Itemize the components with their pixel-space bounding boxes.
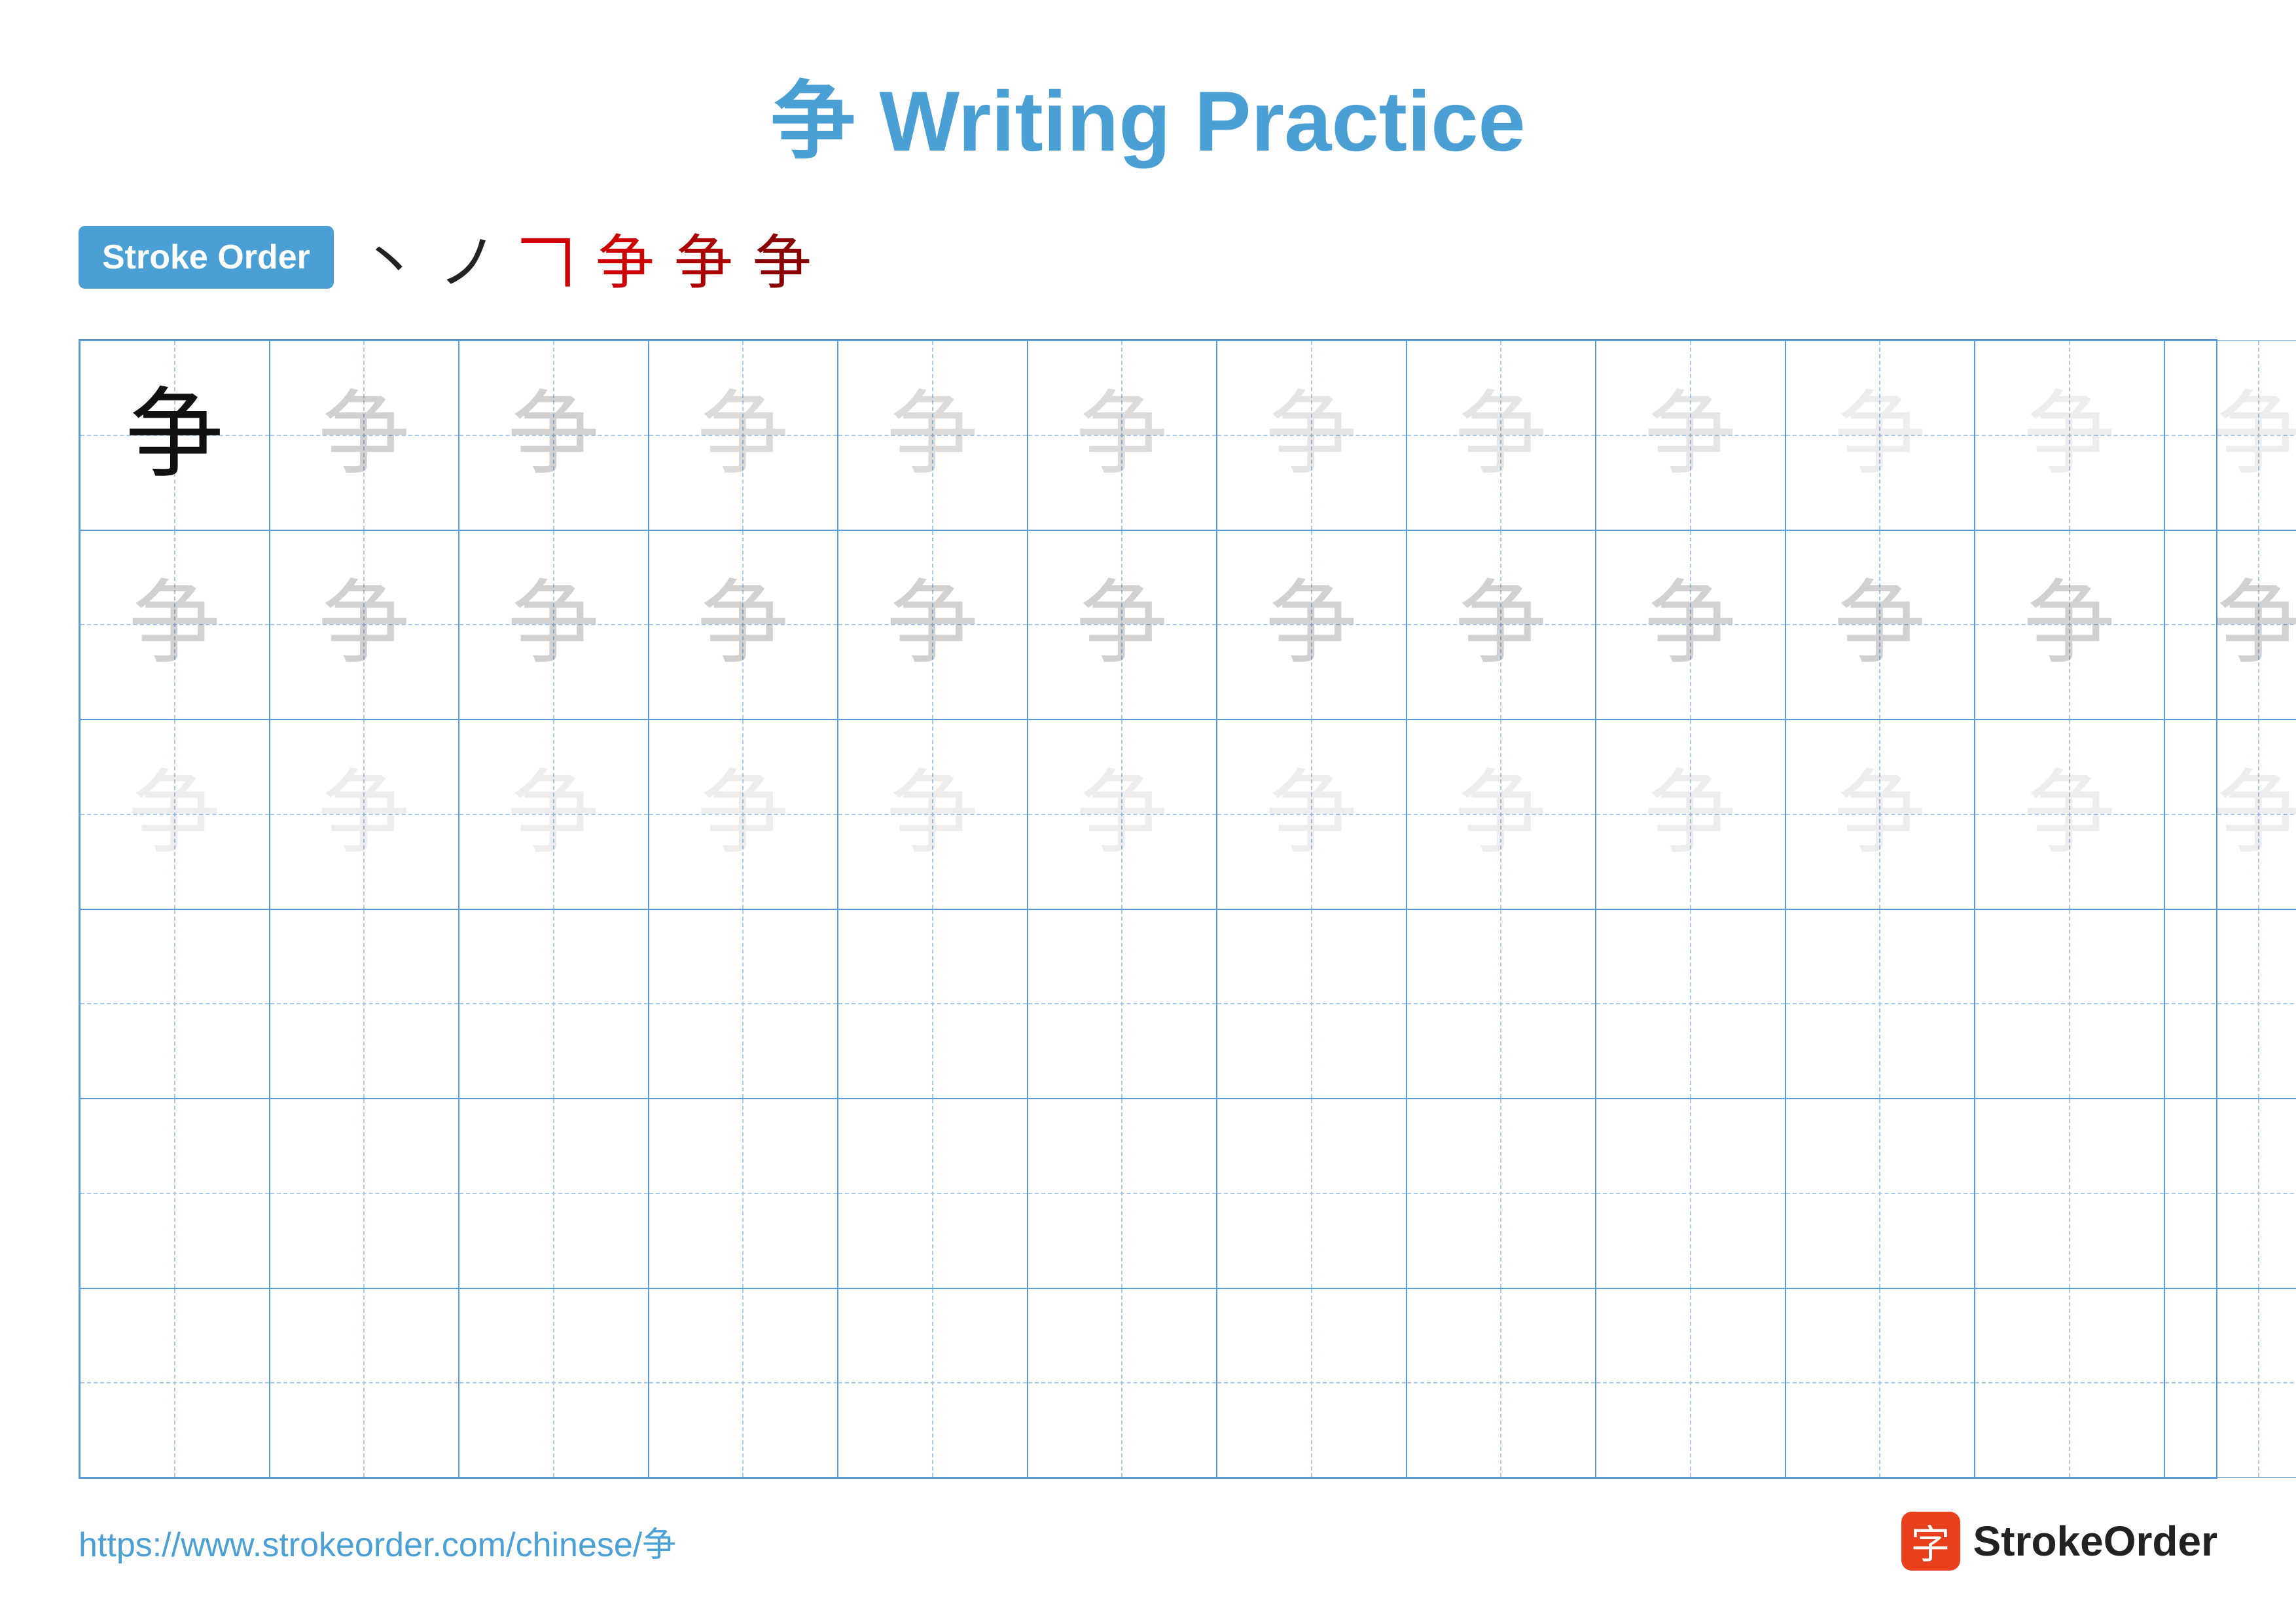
grid-cell[interactable]: 争 [270, 720, 459, 909]
title-area: 争 Writing Practice [79, 52, 2217, 175]
footer-logo-icon: 字 [1901, 1512, 1960, 1571]
footer-logo: 字 StrokeOrder [1901, 1512, 2217, 1571]
grid-cell[interactable]: 争 [1028, 340, 1217, 530]
grid-cell[interactable]: 争 [1028, 720, 1217, 909]
grid-cell[interactable] [649, 1288, 838, 1478]
stroke-3: 𠃍 [517, 215, 576, 300]
grid-cell[interactable]: 争 [649, 530, 838, 720]
grid-cell[interactable] [2164, 909, 2296, 1099]
grid-cell[interactable] [80, 1288, 270, 1478]
grid-cell[interactable]: 争 [1785, 340, 1975, 530]
grid-cell[interactable]: 争 [1596, 530, 1785, 720]
grid-cell[interactable] [1975, 1099, 2164, 1288]
grid-cell[interactable]: 争 [1785, 530, 1975, 720]
grid-cell[interactable]: 争 [1407, 720, 1596, 909]
grid-cell[interactable]: 争 [1217, 340, 1407, 530]
grid-cell[interactable]: 争 [1975, 340, 2164, 530]
stroke-6: 争 [753, 215, 812, 300]
stroke-order-area: Stroke Order 丶 ノ 𠃍 争 争 争 [79, 215, 2217, 300]
grid-cell[interactable]: 争 [2164, 530, 2296, 720]
grid-cell[interactable] [270, 909, 459, 1099]
grid-cell[interactable] [1975, 1288, 2164, 1478]
grid-cell[interactable]: 争 [1975, 530, 2164, 720]
grid-cell[interactable] [649, 1099, 838, 1288]
grid-cell[interactable] [1028, 909, 1217, 1099]
grid-cell[interactable] [1407, 1099, 1596, 1288]
grid-cell[interactable]: 争 [270, 530, 459, 720]
footer: https://www.strokeorder.com/chinese/争 字 … [79, 1512, 2217, 1571]
grid-cell[interactable] [1785, 1099, 1975, 1288]
stroke-4: 争 [596, 215, 655, 300]
grid-cell[interactable] [1028, 1288, 1217, 1478]
grid-cell[interactable]: 争 [80, 720, 270, 909]
grid-cell[interactable]: 争 [1217, 530, 1407, 720]
grid-cell[interactable] [1785, 1288, 1975, 1478]
stroke-1: 丶 [360, 215, 419, 300]
grid-cell[interactable] [1028, 1099, 1217, 1288]
grid-cell[interactable] [649, 909, 838, 1099]
grid-cell[interactable]: 争 [1785, 720, 1975, 909]
grid-cell[interactable] [459, 1288, 649, 1478]
grid-cell[interactable] [1596, 1288, 1785, 1478]
grid-cell[interactable] [1217, 1288, 1407, 1478]
grid-cell[interactable]: 争 [649, 340, 838, 530]
page-container: 争 Writing Practice Stroke Order 丶 ノ 𠃍 争 … [0, 0, 2296, 1623]
grid-cell[interactable] [1596, 1099, 1785, 1288]
grid-cell[interactable] [459, 909, 649, 1099]
grid-cell[interactable] [1407, 1288, 1596, 1478]
grid-cell[interactable]: 争 [459, 720, 649, 909]
grid-cell[interactable] [270, 1288, 459, 1478]
grid-cell[interactable]: 争 [838, 720, 1028, 909]
grid-cell[interactable] [270, 1099, 459, 1288]
grid-cell[interactable] [838, 909, 1028, 1099]
grid-cell[interactable]: 争 [1975, 720, 2164, 909]
footer-logo-text: StrokeOrder [1973, 1517, 2217, 1565]
stroke-order-badge: Stroke Order [79, 226, 334, 289]
grid-cell[interactable]: 争 [838, 530, 1028, 720]
grid-cell[interactable] [80, 909, 270, 1099]
grid-cell[interactable]: 争 [649, 720, 838, 909]
stroke-2: ノ [439, 215, 497, 300]
stroke-5: 争 [674, 215, 733, 300]
grid-cell[interactable] [1407, 909, 1596, 1099]
grid-cell[interactable]: 争 [2164, 340, 2296, 530]
grid-cell[interactable] [80, 1099, 270, 1288]
grid-cell[interactable]: 争 [838, 340, 1028, 530]
grid-cell[interactable] [838, 1288, 1028, 1478]
stroke-sequence: 丶 ノ 𠃍 争 争 争 [360, 215, 812, 300]
grid-cell[interactable] [1596, 909, 1785, 1099]
grid-cell[interactable]: 争 [1217, 720, 1407, 909]
page-title: 争 Writing Practice [79, 52, 2217, 175]
grid-cell[interactable]: 争 [270, 340, 459, 530]
grid-cell[interactable]: 争 [80, 530, 270, 720]
grid-cell[interactable] [2164, 1288, 2296, 1478]
grid-cell[interactable] [1217, 909, 1407, 1099]
grid-cell[interactable] [1217, 1099, 1407, 1288]
grid-cell[interactable] [2164, 1099, 2296, 1288]
grid-cell[interactable] [459, 1099, 649, 1288]
grid-cell[interactable] [1785, 909, 1975, 1099]
grid-cell[interactable]: 争 [459, 340, 649, 530]
grid-cell[interactable]: 争 [80, 340, 270, 530]
grid-cell[interactable]: 争 [1596, 720, 1785, 909]
grid-cell[interactable]: 争 [2164, 720, 2296, 909]
grid-cell[interactable]: 争 [1407, 340, 1596, 530]
grid-cell[interactable]: 争 [1028, 530, 1217, 720]
grid-cell[interactable]: 争 [1407, 530, 1596, 720]
grid-cell[interactable]: 争 [459, 530, 649, 720]
footer-url[interactable]: https://www.strokeorder.com/chinese/争 [79, 1517, 676, 1566]
practice-grid: 争争争争争争争争争争争争争争争争争争争争争争争争争争争争争争争争争争争争争争争 [79, 339, 2217, 1479]
grid-cell[interactable]: 争 [1596, 340, 1785, 530]
grid-cell[interactable] [1975, 909, 2164, 1099]
grid-cell[interactable] [838, 1099, 1028, 1288]
